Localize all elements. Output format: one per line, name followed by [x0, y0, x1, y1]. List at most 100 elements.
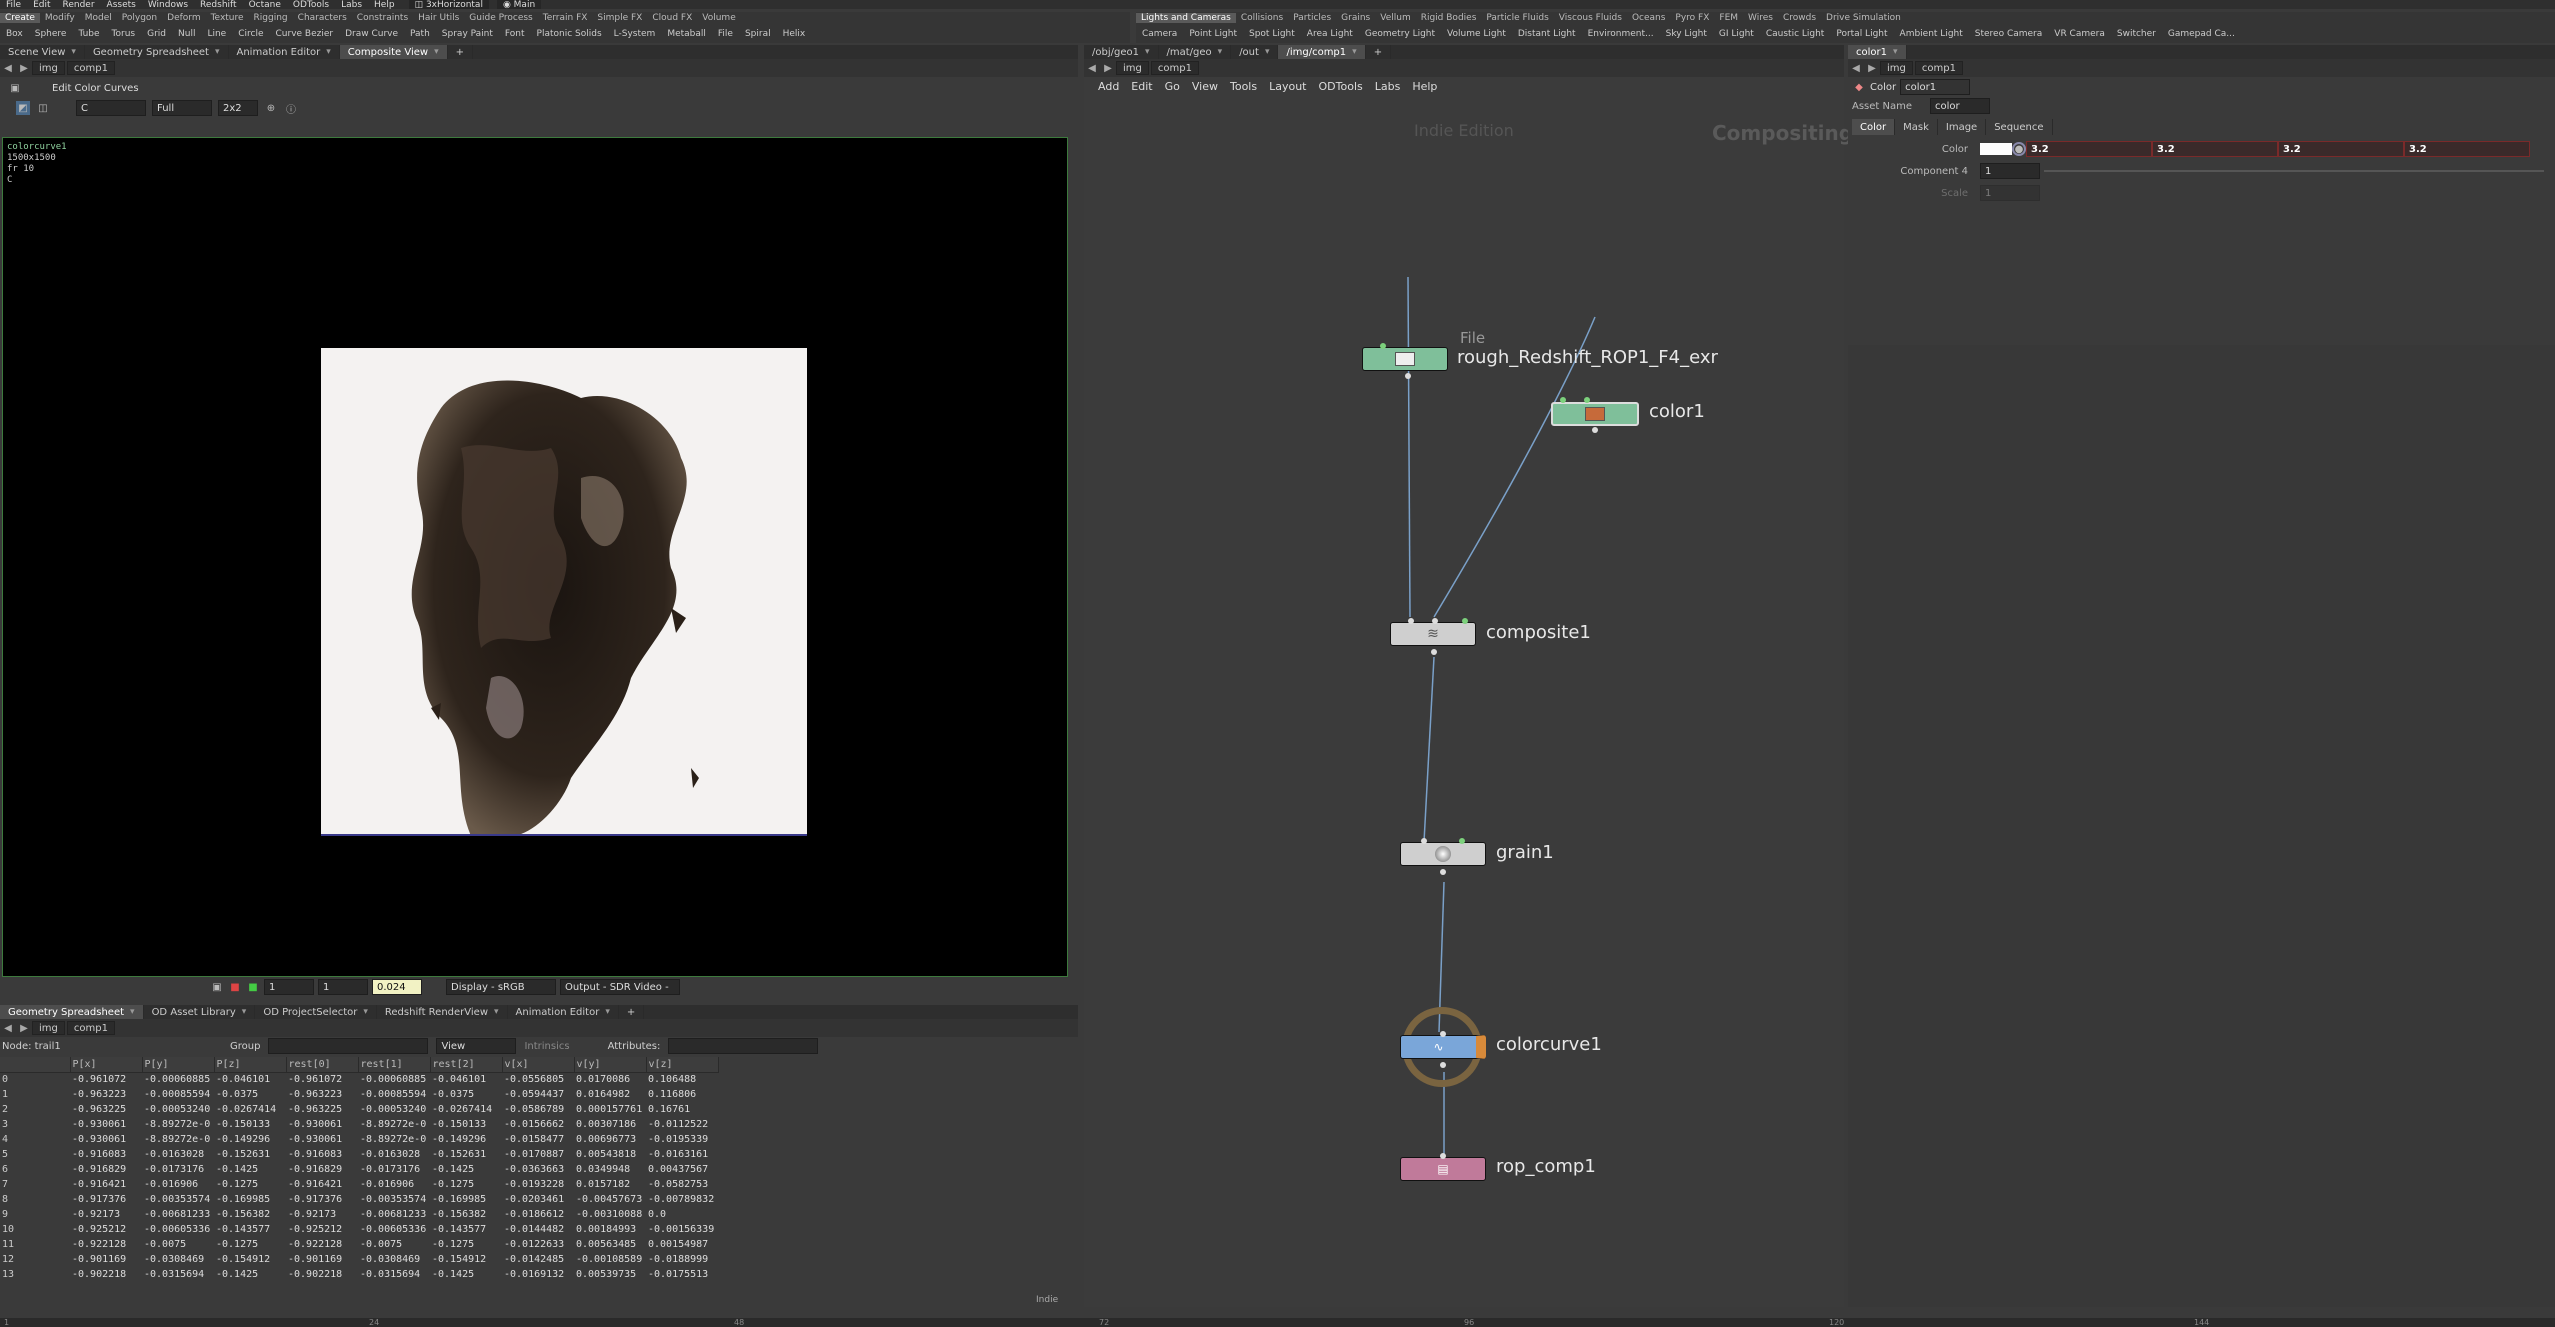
shelf-tool[interactable]: Stereo Camera [1969, 29, 2049, 39]
image-viewport[interactable]: colorcurve1 1500x1500 fr 10 C [2, 137, 1068, 977]
path-comp1[interactable]: comp1 [66, 61, 115, 75]
column-header[interactable]: P[y] [142, 1057, 215, 1073]
add-tab-button[interactable]: + [448, 45, 473, 59]
shelf-tool[interactable]: Circle [232, 29, 269, 39]
shelf-tool[interactable]: Path [404, 29, 436, 39]
shelf-tab[interactable]: Polygon [117, 13, 162, 23]
shelf-tab[interactable]: Particles [1288, 13, 1336, 23]
shelf-tool[interactable]: Draw Curve [339, 29, 404, 39]
pane-tab[interactable]: /mat/geo ▾ [1159, 45, 1232, 59]
back-icon[interactable]: ◀ [1848, 61, 1864, 75]
frame-a-field[interactable]: 1 [264, 979, 314, 995]
output-connector[interactable] [1440, 1062, 1446, 1068]
output-select[interactable]: Output - SDR Video - [560, 979, 680, 995]
close-icon[interactable]: ▾ [1145, 47, 1150, 57]
network-canvas[interactable]: Indie Edition Compositing File rough_Red… [1084, 97, 1853, 1307]
pane-tab[interactable]: /out ▾ [1231, 45, 1279, 59]
param-folder-tab[interactable]: Mask [1895, 119, 1938, 135]
pane-tab[interactable]: Scene View ▾ [0, 45, 85, 59]
column-header[interactable]: rest[2] [430, 1057, 503, 1073]
output-connector[interactable] [1431, 649, 1437, 655]
forward-icon[interactable]: ▶ [16, 61, 32, 75]
shelf-tool[interactable]: Camera [1136, 29, 1183, 39]
shelf-tab[interactable]: Hair Utils [413, 13, 464, 23]
network-menu-edit[interactable]: Edit [1125, 80, 1158, 93]
path-comp1[interactable]: comp1 [1150, 61, 1199, 75]
shelf-tool[interactable]: Grid [141, 29, 172, 39]
node-rop[interactable]: ▤ [1400, 1157, 1486, 1181]
network-menu-tools[interactable]: Tools [1224, 80, 1263, 93]
network-menu-odtools[interactable]: ODTools [1313, 80, 1369, 93]
shelf-tab[interactable]: Oceans [1627, 13, 1670, 23]
shelf-tool[interactable]: Platonic Solids [531, 29, 608, 39]
close-icon[interactable]: ▾ [1352, 47, 1357, 57]
close-icon[interactable]: ▾ [215, 47, 220, 57]
shelf-tool[interactable]: Sky Light [1660, 29, 1713, 39]
node-name-field[interactable]: color1 [1900, 79, 1971, 95]
path-img[interactable]: img [32, 1021, 65, 1035]
shelf-tool[interactable]: Spray Paint [436, 29, 499, 39]
network-menu-labs[interactable]: Labs [1369, 80, 1407, 93]
shelf-tool[interactable]: Switcher [2111, 29, 2162, 39]
shelf-tab[interactable]: Modify [40, 13, 80, 23]
shelf-tab[interactable]: Pyro FX [1670, 13, 1714, 23]
close-icon[interactable]: ▾ [326, 47, 331, 57]
column-header[interactable]: P[z] [214, 1057, 287, 1073]
back-icon[interactable]: ◀ [0, 1021, 16, 1035]
shelf-tool[interactable]: Null [172, 29, 201, 39]
pane-tab[interactable]: /img/comp1 ▾ [1278, 45, 1366, 59]
select-icon[interactable]: ◩ [16, 101, 30, 115]
view-select[interactable]: View [436, 1038, 517, 1054]
shelf-tool[interactable]: Spiral [739, 29, 777, 39]
shelf-tab[interactable]: Terrain FX [538, 13, 593, 23]
shelf-tab[interactable]: Drive Simulation [1821, 13, 1906, 23]
input-connector[interactable] [1440, 1153, 1446, 1159]
pane-tab[interactable]: OD Asset Library ▾ [144, 1005, 256, 1019]
pane-tab[interactable]: Composite View ▾ [339, 45, 448, 59]
output-connector[interactable] [1405, 373, 1411, 379]
res-select[interactable]: Full [152, 100, 212, 116]
close-icon[interactable]: ▾ [363, 1007, 368, 1017]
color-wheel-icon[interactable]: ● [2012, 142, 2026, 156]
pane-tab[interactable]: /obj/geo1 ▾ [1084, 45, 1159, 59]
desktop-layout-select[interactable]: ◫ 3xHorizontal [408, 0, 489, 9]
plane-select[interactable]: C [76, 100, 146, 116]
menu-help[interactable]: Help [368, 0, 401, 9]
attributes-field[interactable] [668, 1038, 819, 1054]
shelf-tab[interactable]: Model [80, 13, 117, 23]
close-icon[interactable]: ▾ [434, 47, 439, 57]
shelf-tab[interactable]: Characters [293, 13, 352, 23]
shelf-tab[interactable]: Rigid Bodies [1416, 13, 1482, 23]
input-connector[interactable] [1440, 1031, 1446, 1037]
shelf-tab[interactable]: Cloud FX [647, 13, 697, 23]
add-tab-button[interactable]: + [619, 1005, 645, 1019]
path-img[interactable]: img [32, 61, 65, 75]
shelf-tool[interactable]: Distant Light [1512, 29, 1582, 39]
network-menu-layout[interactable]: Layout [1263, 80, 1312, 93]
shelf-tab[interactable]: Create [0, 13, 40, 23]
path-comp1[interactable]: comp1 [66, 1021, 115, 1035]
shelf-tool[interactable]: Ambient Light [1894, 29, 1969, 39]
shelf-tab[interactable]: Deform [162, 13, 205, 23]
shelf-tool[interactable]: Portal Light [1830, 29, 1893, 39]
snapshot-icon[interactable]: ▣ [210, 980, 224, 994]
shelf-tool[interactable]: Box [0, 29, 29, 39]
shelf-tool[interactable]: Volume Light [1441, 29, 1512, 39]
scale-field[interactable]: 1 [1980, 185, 2040, 201]
forward-icon[interactable]: ▶ [16, 1021, 32, 1035]
shelf-tab[interactable]: Viscous Fluids [1554, 13, 1627, 23]
shelf-tab[interactable]: Grains [1336, 13, 1375, 23]
color-g-field[interactable]: 3.2 [2152, 141, 2278, 157]
shelf-tool[interactable]: Gamepad Ca... [2162, 29, 2241, 39]
shelf-tool[interactable]: Area Light [1301, 29, 1359, 39]
shelf-tool[interactable]: Geometry Light [1359, 29, 1441, 39]
input-connector[interactable] [1432, 618, 1438, 624]
column-header[interactable]: v[x] [502, 1057, 575, 1073]
shelf-tab[interactable]: Volume [697, 13, 740, 23]
node-color[interactable] [1551, 402, 1639, 426]
path-comp1[interactable]: comp1 [1914, 61, 1963, 75]
menu-odtools[interactable]: ODTools [287, 0, 335, 9]
shelf-tab[interactable]: Guide Process [464, 13, 537, 23]
shelf-tab[interactable]: Constraints [352, 13, 413, 23]
color-a-field[interactable]: 3.2 [2404, 141, 2530, 157]
